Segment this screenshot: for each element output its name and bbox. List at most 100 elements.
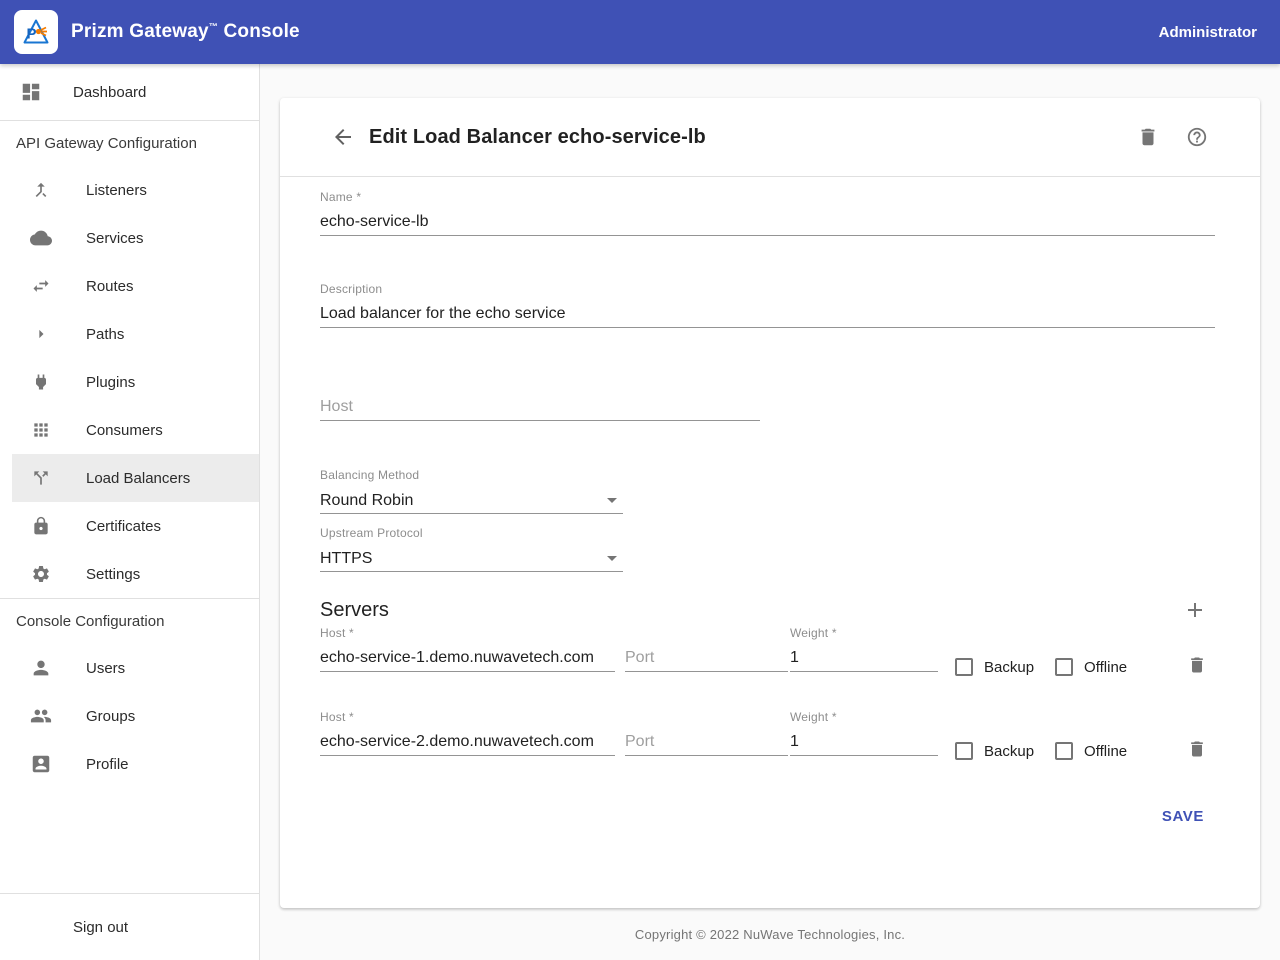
servers-heading: Servers: [320, 599, 1183, 622]
help-icon[interactable]: [1186, 126, 1208, 148]
plus-icon[interactable]: [1183, 598, 1207, 622]
back-arrow-icon[interactable]: [331, 125, 355, 149]
sidebar-item-label: Consumers: [86, 422, 163, 439]
backup-checkbox[interactable]: [955, 742, 973, 760]
app-title-brand: Prizm Gateway: [71, 21, 209, 42]
server-port-input[interactable]: [625, 646, 788, 672]
sidebar-item-label: Plugins: [86, 374, 135, 391]
main-content: Edit Load Balancer echo-service-lb Name …: [260, 64, 1280, 960]
server-host-input[interactable]: [320, 730, 615, 756]
sidebar-item-users[interactable]: Users: [0, 644, 259, 692]
sidebar-item-label: Settings: [86, 566, 140, 583]
offline-checkbox-label: Offline: [1084, 659, 1127, 676]
page-footer: Copyright © 2022 NuWave Technologies, In…: [260, 908, 1280, 960]
backup-checkbox-label: Backup: [984, 659, 1034, 676]
sidebar-item-label: Services: [86, 230, 144, 247]
copyright-text: Copyright © 2022 NuWave Technologies, In…: [635, 927, 905, 942]
offline-checkbox[interactable]: [1055, 742, 1073, 760]
sidebar-item-label: Load Balancers: [86, 470, 190, 487]
prizm-logo-icon: P: [20, 16, 52, 48]
sidebar-item-label: Paths: [86, 326, 124, 343]
power-plug-icon: [29, 370, 53, 394]
call-merge-icon: [29, 178, 53, 202]
body-row: Dashboard API Gateway Configuration List…: [0, 64, 1280, 960]
sidebar-item-services[interactable]: Services: [0, 214, 259, 262]
svg-text:P: P: [27, 26, 37, 43]
backup-checkbox[interactable]: [955, 658, 973, 676]
sidebar-item-label: Users: [86, 660, 125, 677]
call-split-icon: [29, 466, 53, 490]
sidebar-item-listeners[interactable]: Listeners: [0, 166, 259, 214]
sidebar-item-label: Dashboard: [73, 84, 146, 101]
app-bar: P Prizm Gateway™ Console Administrator: [0, 0, 1280, 64]
prizm-logo: P: [14, 10, 58, 54]
server-weight-field-group: Weight *: [790, 626, 938, 672]
app-title: Prizm Gateway™ Console: [71, 21, 300, 43]
sidebar-item-label: Listeners: [86, 182, 147, 199]
app-root: P Prizm Gateway™ Console Administrator D…: [0, 0, 1280, 960]
trash-icon[interactable]: [1137, 126, 1159, 148]
sign-out-button[interactable]: Sign out: [0, 894, 259, 960]
person-icon: [29, 656, 53, 680]
offline-checkbox-group: Offline: [1055, 658, 1127, 676]
upstream-protocol-value: HTTPS: [320, 550, 607, 568]
power-icon: [19, 915, 43, 939]
server-host-label: Host *: [320, 710, 615, 724]
offline-checkbox-group: Offline: [1055, 742, 1127, 760]
backup-checkbox-group: Backup: [955, 658, 1034, 676]
sidebar-item-paths[interactable]: Paths: [0, 310, 259, 358]
account-box-icon: [29, 752, 53, 776]
offline-checkbox[interactable]: [1055, 658, 1073, 676]
upstream-protocol-select[interactable]: HTTPS: [320, 546, 623, 572]
chevron-down-icon: [607, 498, 617, 503]
balancing-method-select[interactable]: Round Robin: [320, 488, 623, 514]
upstream-protocol-label: Upstream Protocol: [320, 526, 1215, 540]
sidebar-item-dashboard[interactable]: Dashboard: [0, 64, 259, 120]
sidebar-item-certificates[interactable]: Certificates: [0, 502, 259, 550]
balancing-method-label: Balancing Method: [320, 468, 1215, 482]
server-port-input[interactable]: [625, 730, 788, 756]
server-weight-input[interactable]: [790, 730, 938, 756]
server-weight-label: Weight *: [790, 710, 938, 724]
sidebar-item-consumers[interactable]: Consumers: [0, 406, 259, 454]
server-weight-field-group: Weight *: [790, 710, 938, 756]
trash-icon[interactable]: [1187, 655, 1207, 675]
swap-horizontal-icon: [29, 274, 53, 298]
host-input[interactable]: [320, 395, 760, 421]
arrow-right-icon: [29, 322, 53, 346]
apps-grid-icon: [29, 418, 53, 442]
name-input[interactable]: [320, 210, 1215, 236]
lock-icon: [29, 514, 53, 538]
trademark-symbol: ™: [209, 22, 218, 32]
server-host-label: Host *: [320, 626, 615, 640]
sidebar-item-load-balancers[interactable]: Load Balancers: [12, 454, 259, 502]
sidebar-item-routes[interactable]: Routes: [0, 262, 259, 310]
chevron-down-icon: [607, 556, 617, 561]
offline-checkbox-label: Offline: [1084, 743, 1127, 760]
server-host-input[interactable]: [320, 646, 615, 672]
user-menu[interactable]: Administrator: [1159, 24, 1257, 41]
sidebar-item-label: Routes: [86, 278, 134, 295]
backup-checkbox-label: Backup: [984, 743, 1034, 760]
app-title-suffix: Console: [218, 21, 300, 42]
form-actions: SAVE: [320, 800, 1212, 833]
sidebar-item-label: Profile: [86, 756, 129, 773]
sidebar-item-profile[interactable]: Profile: [0, 740, 259, 788]
description-label: Description: [320, 282, 1215, 296]
save-button[interactable]: SAVE: [1154, 800, 1212, 833]
server-host-field-group: Host *: [320, 626, 615, 672]
sidebar-item-plugins[interactable]: Plugins: [0, 358, 259, 406]
backup-checkbox-group: Backup: [955, 742, 1034, 760]
sidebar-item-settings[interactable]: Settings: [0, 550, 259, 598]
trash-icon[interactable]: [1187, 739, 1207, 759]
section-console-configuration: Console Configuration: [0, 599, 259, 644]
server-weight-input[interactable]: [790, 646, 938, 672]
balancing-method-value: Round Robin: [320, 492, 607, 510]
section-api-gateway-configuration: API Gateway Configuration: [0, 121, 259, 166]
sidebar-item-groups[interactable]: Groups: [0, 692, 259, 740]
server-row: Host * Weight * Backup: [320, 626, 1215, 672]
balancing-method-field-group: Balancing Method Round Robin: [320, 468, 1215, 514]
description-input[interactable]: [320, 302, 1215, 328]
dashboard-icon: [19, 80, 43, 104]
upstream-protocol-field-group: Upstream Protocol HTTPS: [320, 526, 1215, 572]
